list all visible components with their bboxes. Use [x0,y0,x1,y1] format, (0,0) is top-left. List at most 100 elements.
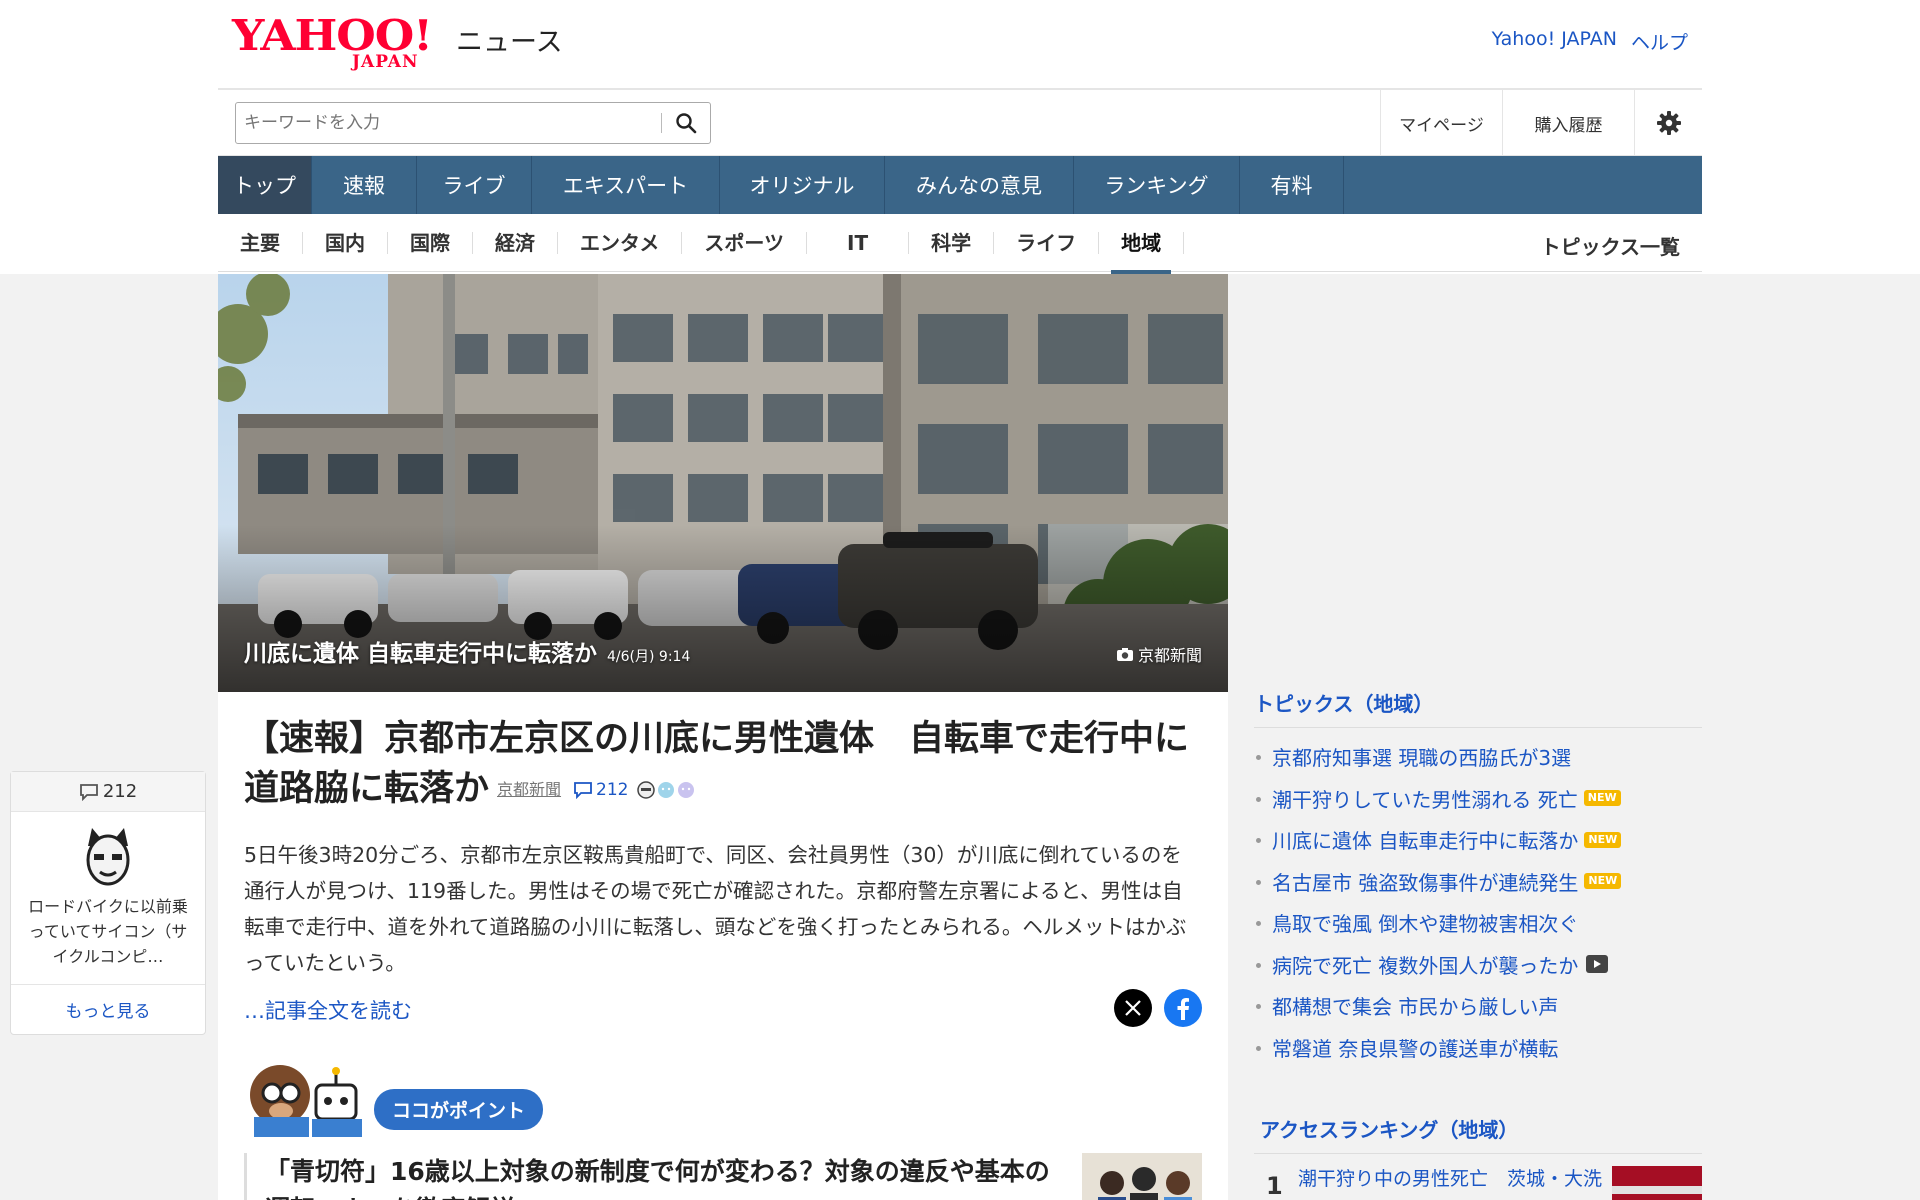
hero-caption: 川底に遺体 自転車走行中に転落か 4/6(月) 9:14 [244,634,690,668]
subnav-business[interactable]: 経済 [473,231,558,254]
logo-yahoo-text: YAHOO! [232,11,433,60]
header-links: Yahoo! JAPAN ヘルプ [1492,28,1688,55]
ad-space [1254,274,1702,672]
hero-caption-title: 川底に遺体 自転車走行中に転落か [244,641,598,667]
topics-item[interactable]: 病院で死亡 複数外国人が襲ったか [1254,944,1702,986]
comment-icon [79,783,98,801]
comment-box-more-link[interactable]: もっと見る [11,984,205,1034]
face-icon [637,781,656,799]
subnav-local[interactable]: 地域 [1099,231,1185,274]
face-icon [678,782,695,798]
topics-item[interactable]: 名古屋市 強盗致傷事件が連続発生 NEW [1254,861,1702,903]
share-x-button[interactable] [1114,989,1152,1027]
article-summary: 5日午後3時20分ごろ、京都市左京区鞍馬貴船町で、同区、会社員男性（30）が川底… [244,843,1187,975]
mascot-characters-icon [250,1065,362,1137]
subnav-main[interactable]: 主要 [218,231,303,254]
related-article-thumbnail [1082,1153,1202,1200]
gear-icon [1656,111,1681,135]
topics-item[interactable]: 常磐道 奈良県警の護送車が横転 [1254,1027,1702,1069]
topics-item[interactable]: 都構想で集会 市民から厳しい声 [1254,985,1702,1027]
hero-credit-text: 京都新聞 [1137,646,1202,665]
gnav-ranking[interactable]: ランキング [1074,156,1240,214]
page-header: YAHOO! JAPAN ニュース Yahoo! JAPAN ヘルプ マイページ… [218,0,1702,274]
right-sidebar: トピックス（地域） 京都府知事選 現職の西脇氏が3選 潮干狩りしていた男性溺れる… [1254,274,1702,1200]
search-row: マイページ 購入履歴 [218,88,1702,156]
article-source-link[interactable]: 京都新聞 [497,780,561,799]
topics-item-label: 鳥取で強風 倒木や建物被害相次ぐ [1272,912,1579,937]
comment-box-header[interactable]: 212 [11,772,205,812]
subnav-science[interactable]: 科学 [909,231,995,254]
subnav-life[interactable]: ライフ [994,231,1100,254]
topics-item[interactable]: 潮干狩りしていた男性溺れる 死亡 NEW [1254,778,1702,820]
search-input[interactable] [236,103,661,143]
yahoo-news-logo[interactable]: YAHOO! JAPAN ニュース [232,15,563,73]
help-link[interactable]: ヘルプ [1631,28,1688,55]
gnav-expert[interactable]: エキスパート [532,156,720,214]
comment-box-text[interactable]: ロードバイクに以前乗っていてサイコン（サイクルコンピ… [11,888,205,969]
topics-item[interactable]: 川底に遺体 自転車走行中に転落か NEW [1254,819,1702,861]
hero-image-link[interactable]: 川底に遺体 自転車走行中に転落か 4/6(月) 9:14 京都新聞 [218,274,1228,692]
sub-nav: 主要 国内 国際 経済 エンタメ スポーツ IT 科学 ライフ 地域 トピックス… [218,214,1702,274]
topics-list: 京都府知事選 現職の西脇氏が3選 潮干狩りしていた男性溺れる 死亡 NEW 川底に… [1254,728,1702,1068]
article-comment-link[interactable]: 212 [573,765,628,815]
gnav-live[interactable]: ライブ [417,156,532,214]
camera-icon [1116,647,1133,661]
point-badge[interactable]: ココがポイント [374,1089,544,1130]
main-article-column: 川底に遺体 自転車走行中に転落か 4/6(月) 9:14 京都新聞 【速報】京都… [218,274,1228,1200]
topics-title[interactable]: トピックス（地域） [1254,672,1702,728]
floating-comment-box: 212 ロードバイクに以前乗っていてサイコン（サイクルコンピ… もっと見る [10,771,206,1035]
mypage-link[interactable]: マイページ [1380,90,1502,156]
gnav-original[interactable]: オリジナル [720,156,885,214]
subnav-entertainment[interactable]: エンタメ [558,231,683,254]
gnav-paid[interactable]: 有料 [1240,156,1344,214]
article-headline-text[interactable]: 【速報】京都市左京区の川底に男性遺体 自転車で走行中に道路脇に転落か [244,719,1189,809]
topics-item-label: 名古屋市 強盗致傷事件が連続発生 [1272,870,1579,895]
subnav-sports[interactable]: スポーツ [682,231,808,254]
ranking-title[interactable]: アクセスランキング（地域） [1254,1098,1702,1154]
topics-item[interactable]: 京都府知事選 現職の西脇氏が3選 [1254,736,1702,778]
topics-item-label: 都構想で集会 市民から厳しい声 [1272,995,1559,1020]
global-nav: トップ 速報 ライブ エキスパート オリジナル みんなの意見 ランキング 有料 [218,156,1702,214]
ranking-thumbnail [1612,1166,1702,1200]
gnav-opinions[interactable]: みんなの意見 [885,156,1074,214]
gnav-top[interactable]: トップ [218,156,312,214]
comment-box-count: 212 [102,781,138,802]
subnav-domestic[interactable]: 国内 [303,231,388,254]
new-badge: NEW [1583,790,1621,807]
yahoo-japan-link[interactable]: Yahoo! JAPAN [1492,28,1617,55]
article-section: 【速報】京都市左京区の川底に男性遺体 自転車で走行中に道路脇に転落か 京都新聞 2… [218,692,1228,1200]
video-icon [1586,955,1609,974]
purchase-history-link[interactable]: 購入履歴 [1502,90,1634,156]
topics-item-label: 潮干狩りしていた男性溺れる 死亡 [1272,787,1578,812]
ranking-item[interactable]: 1 潮干狩り中の男性死亡 茨城・大洗 [1254,1166,1702,1200]
topics-item-label: 病院で死亡 複数外国人が襲ったか [1272,953,1579,978]
ranking-item-title: 潮干狩り中の男性死亡 茨城・大洗 [1298,1168,1603,1190]
gnav-breaking[interactable]: 速報 [312,156,417,214]
commenter-avatar [82,826,134,888]
logo-service-name: ニュース [456,27,563,58]
ranking-thumb-image [1612,1166,1702,1200]
ranking-number: 1 [1266,1172,1283,1200]
search-box [235,102,711,144]
topics-section: トピックス（地域） 京都府知事選 現職の西脇氏が3選 潮干狩りしていた男性溺れる… [1254,672,1702,1068]
topics-item-label: 京都府知事選 現職の西脇氏が3選 [1272,746,1572,771]
subnav-it[interactable]: IT [807,231,910,254]
logo-mark: YAHOO! JAPAN ニュース [232,15,563,73]
share-facebook-button[interactable] [1164,989,1202,1027]
article-comment-count: 212 [596,780,629,800]
related-article[interactable]: 「青切符」16歳以上対象の新制度で何が変わる？対象の違反や基本の運転マナーを徹底… [244,1153,1202,1200]
commenter-faces [636,780,696,800]
hero-photo [218,274,1228,692]
access-ranking-section: アクセスランキング（地域） 1 潮干狩り中の男性死亡 茨城・大洗 [1254,1098,1702,1200]
user-links: マイページ 購入履歴 [1380,90,1702,156]
settings-button[interactable] [1634,90,1702,156]
topics-list-link[interactable]: トピックス一覧 [1541,231,1680,260]
search-button[interactable] [662,103,710,143]
subnav-world[interactable]: 国際 [388,231,473,254]
hero-credit: 京都新聞 [1116,642,1202,666]
topics-item-label: 常磐道 奈良県警の護送車が横転 [1272,1036,1559,1061]
read-full-article-link[interactable]: …記事全文を読む [244,995,412,1025]
article-headline: 【速報】京都市左京区の川底に男性遺体 自転車で走行中に道路脇に転落か 京都新聞 2… [244,714,1202,815]
face-icon [658,782,675,798]
topics-item[interactable]: 鳥取で強風 倒木や建物被害相次ぐ [1254,902,1702,944]
